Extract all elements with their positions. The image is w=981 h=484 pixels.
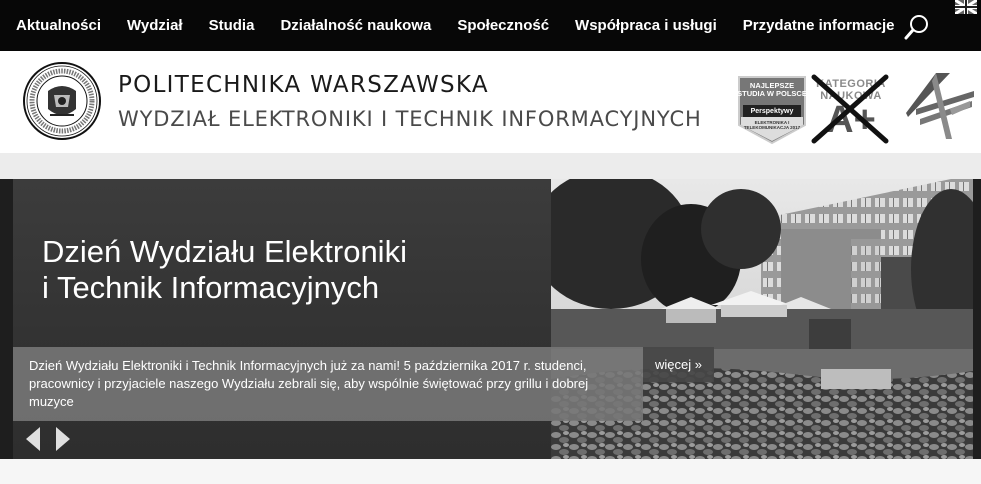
- next-slide-arrow-icon[interactable]: [56, 427, 70, 451]
- nav-item-przydatne-informacje[interactable]: Przydatne informacje: [730, 17, 908, 34]
- hero-slider: Dzień Wydziału Elektroniki i Technik Inf…: [0, 179, 981, 459]
- faculty-name: WYDZIAŁ ELEKTRONIKI I TECHNIK INFORMACYJ…: [118, 107, 702, 131]
- nav-item-wydzial[interactable]: Wydział: [114, 17, 196, 34]
- more-button[interactable]: więcej »: [643, 347, 714, 382]
- nav-item-wspolpraca[interactable]: Współpraca i usługi: [562, 17, 730, 34]
- faculty-logo-icon[interactable]: [906, 73, 974, 139]
- uk-flag-icon[interactable]: [954, 0, 978, 16]
- main-navigation: Aktualności Wydział Studia Działalność n…: [0, 0, 981, 51]
- nav-menu: Aktualności Wydział Studia Działalność n…: [0, 0, 981, 51]
- badge-perspektywy-text: Perspektywy: [750, 108, 794, 115]
- cross-out-icon: [811, 74, 889, 144]
- perspektywy-ranking-badge[interactable]: NAJLEPSZE STUDIA W POLSCE Perspektywy EL…: [737, 75, 807, 145]
- nav-item-dzialalnosc-naukowa[interactable]: Działalność naukowa: [267, 17, 444, 34]
- content-area-start: [0, 459, 981, 484]
- search-icon[interactable]: [903, 13, 931, 41]
- hero-title-line-2: i Technik Informacyjnych: [42, 270, 380, 305]
- hero-caption: Dzień Wydziału Elektroniki i Technik Inf…: [13, 347, 643, 421]
- site-header: POLITECHNIKA WARSZAWSKA WYDZIAŁ ELEKTRON…: [0, 51, 981, 153]
- nav-item-studia[interactable]: Studia: [196, 17, 268, 34]
- scientific-category-badge[interactable]: KATEGORIA NAUKOWA A+: [808, 73, 892, 145]
- hero-title[interactable]: Dzień Wydziału Elektroniki i Technik Inf…: [42, 234, 407, 306]
- university-seal-logo[interactable]: [22, 61, 102, 141]
- hero-caption-text: Dzień Wydziału Elektroniki i Technik Inf…: [29, 358, 589, 409]
- prev-slide-arrow-icon[interactable]: [26, 427, 40, 451]
- nav-item-spolecznosc[interactable]: Społeczność: [444, 17, 562, 34]
- nav-item-aktualnosci[interactable]: Aktualności: [3, 17, 114, 34]
- badge-ranking-text: NAJLEPSZE STUDIA W POLSCE: [737, 81, 807, 98]
- hero-title-line-1: Dzień Wydziału Elektroniki: [42, 234, 407, 269]
- badge-field-text: ELEKTRONIKA I TELEKOMUNIKACJA 2017: [743, 120, 801, 130]
- university-name: POLITECHNIKA WARSZAWSKA: [118, 72, 489, 98]
